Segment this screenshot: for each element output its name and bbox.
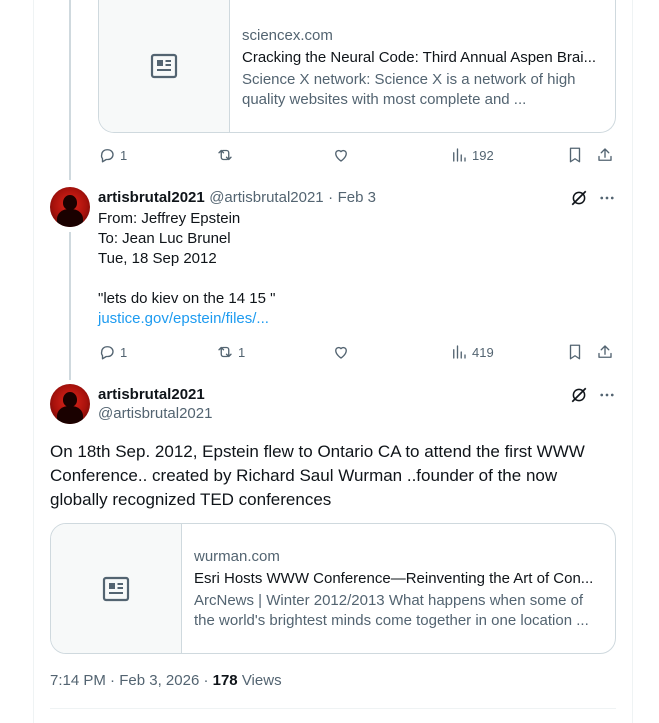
card-thumbnail [51, 524, 182, 653]
text-line: From: Jeffrey Epstein [98, 210, 241, 227]
thread-connector [69, 0, 71, 180]
share-icon [598, 148, 612, 161]
tweet-actions: 1 192 [98, 145, 618, 165]
card-domain: wurman.com [194, 548, 280, 565]
meta-separator: · [110, 672, 116, 689]
text-line: To: Jean Luc Brunel [98, 230, 231, 247]
share-button[interactable] [596, 145, 614, 165]
share-icon [598, 345, 612, 358]
repost-icon [218, 346, 232, 358]
card-title: Esri Hosts WWW Conference—Reinventing th… [194, 570, 594, 587]
tweet-actions: 1 1 419 [98, 342, 618, 362]
repost-button[interactable]: 1 [216, 342, 245, 362]
views-button[interactable]: 419 [450, 342, 494, 362]
card-thumbnail [99, 0, 230, 132]
views-label: Views [241, 672, 282, 689]
avatar[interactable] [50, 187, 90, 227]
tweet-link[interactable]: justice.gov/epstein/files/... [98, 309, 598, 329]
bookmark-button[interactable] [566, 145, 584, 165]
reply-count: 1 [120, 344, 128, 360]
link-card[interactable]: sciencex.com Cracking the Neural Code: T… [98, 0, 616, 133]
reply-button[interactable]: 1 [98, 342, 127, 362]
card-domain: sciencex.com [242, 27, 333, 44]
reply-icon [100, 346, 114, 360]
grok-icon[interactable] [570, 189, 588, 207]
grok-icon[interactable] [570, 386, 588, 404]
avatar[interactable] [50, 384, 90, 424]
views-count: 192 [472, 147, 494, 163]
like-icon [335, 346, 347, 359]
tweet-date[interactable]: Feb 3 [338, 189, 376, 206]
repost-button[interactable] [216, 145, 234, 165]
meta-separator: · [203, 672, 209, 689]
share-button[interactable] [596, 342, 614, 362]
author-name[interactable]: artisbrutal2021 [98, 189, 205, 206]
views-count: 419 [472, 344, 494, 360]
divider [50, 708, 616, 709]
tweet-timestamp: 7:14 PM · Feb 3, 2026 · 178 Views [50, 671, 282, 691]
meta-separator: · [328, 189, 334, 206]
tweet-date[interactable]: Feb 3, 2026 [119, 672, 199, 689]
like-button[interactable] [332, 342, 350, 362]
tweet-time[interactable]: 7:14 PM [50, 672, 106, 689]
tweet-header: artisbrutal2021 @artisbrutal2021 · Feb 3 [98, 188, 376, 208]
views-button[interactable]: 192 [450, 145, 494, 165]
reply-button[interactable]: 1 [98, 145, 127, 165]
like-button[interactable] [332, 145, 350, 165]
bookmark-button[interactable] [566, 342, 584, 362]
bookmark-icon [569, 147, 581, 163]
card-description: ArcNews | Winter 2012/2013 What happens … [194, 592, 589, 629]
views-icon [453, 148, 466, 162]
article-icon [150, 53, 178, 79]
article-icon [102, 576, 130, 601]
like-icon [335, 149, 347, 162]
repost-count: 1 [238, 344, 246, 360]
tweet-text: From: Jeffrey Epstein To: Jean Luc Brune… [98, 209, 598, 329]
more-icon[interactable] [598, 386, 616, 404]
bookmark-icon [569, 344, 581, 360]
more-icon[interactable] [598, 189, 616, 207]
text-line: "lets do kiev on the 14 15 " [98, 290, 276, 307]
text-line: Tue, 18 Sep 2012 [98, 250, 217, 267]
author-handle[interactable]: @artisbrutal2021 [98, 404, 212, 424]
author-name[interactable]: artisbrutal2021 [98, 385, 205, 405]
reply-count: 1 [120, 147, 128, 163]
views-count: 178 [212, 672, 238, 689]
thread-connector [69, 232, 71, 380]
reply-icon [100, 149, 114, 163]
text-line [98, 269, 598, 289]
card-title: Cracking the Neural Code: Third Annual A… [242, 49, 597, 66]
tweet-text: On 18th Sep. 2012, Epstein flew to Ontar… [50, 442, 585, 509]
author-handle[interactable]: @artisbrutal2021 [209, 189, 323, 206]
views-icon [453, 345, 466, 359]
link-card[interactable]: wurman.com Esri Hosts WWW Conference—Rei… [50, 523, 616, 654]
repost-icon [218, 149, 232, 161]
card-description: Science X network: Science X is a networ… [242, 71, 576, 108]
